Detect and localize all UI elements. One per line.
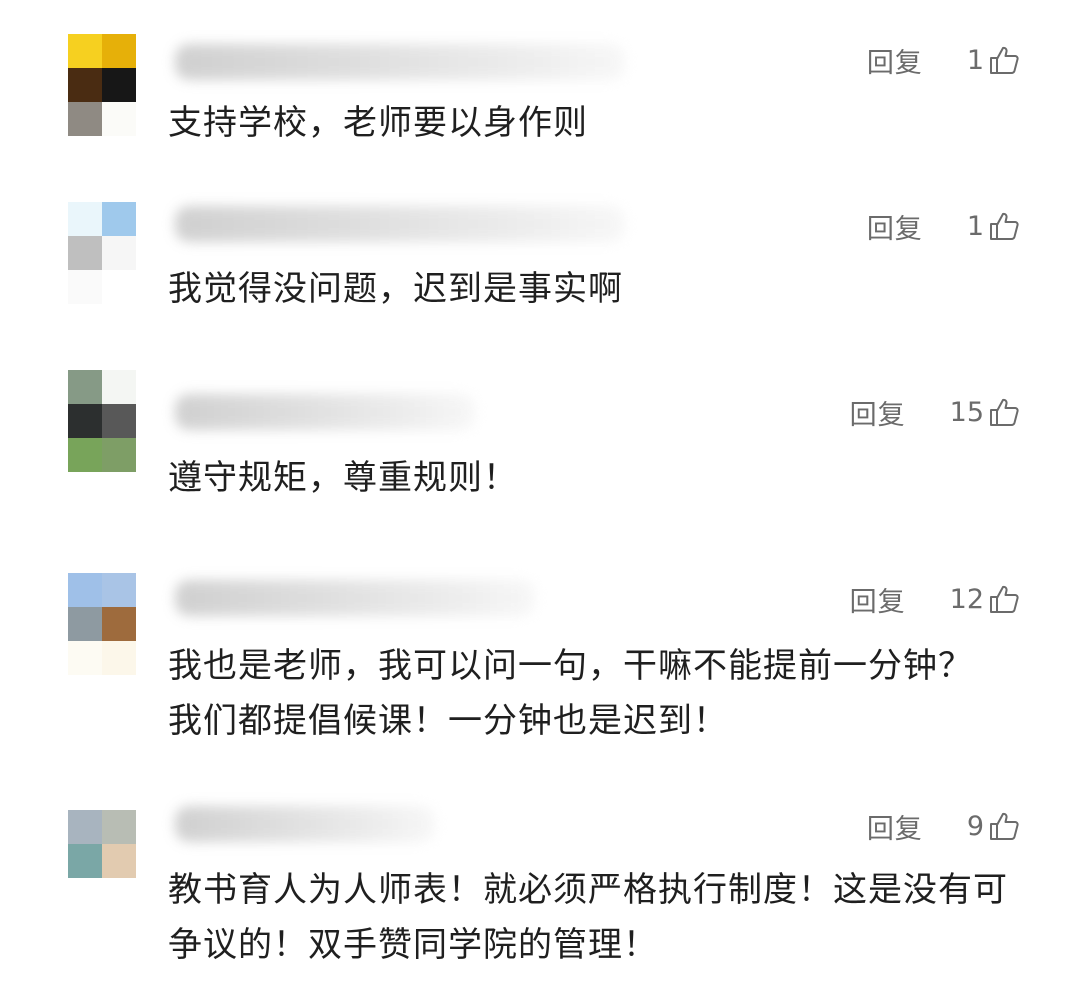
- reply-button[interactable]: 回复: [850, 393, 906, 432]
- comment-actions: 回复 9: [867, 806, 1020, 846]
- blurred-username[interactable]: [175, 806, 435, 842]
- like-count: 12: [949, 583, 984, 615]
- avatar-pixel: [68, 438, 102, 472]
- avatar[interactable]: [68, 202, 136, 304]
- avatar-pixel: [68, 810, 102, 844]
- comment-text: 遵守规矩，尊重规则！: [168, 458, 518, 498]
- thumbs-up-icon[interactable]: [988, 583, 1020, 615]
- avatar-pixel: [102, 202, 136, 236]
- avatar-pixel: [68, 641, 102, 675]
- avatar-pixel: [68, 844, 102, 878]
- avatar[interactable]: [68, 34, 136, 136]
- avatar[interactable]: [68, 573, 136, 675]
- avatar-pixel: [102, 102, 136, 136]
- like-count: 15: [949, 396, 984, 428]
- thumbs-up-icon[interactable]: [988, 396, 1020, 428]
- avatar-pixel: [68, 404, 102, 438]
- like-count: 9: [966, 810, 984, 842]
- like-count: 1: [966, 44, 984, 76]
- avatar-pixel: [102, 607, 136, 641]
- comment-actions: 回复 12: [850, 579, 1020, 619]
- avatar-pixel: [68, 34, 102, 68]
- avatar-pixel: [68, 236, 102, 270]
- thumbs-up-icon[interactable]: [988, 810, 1020, 842]
- avatar[interactable]: [68, 370, 136, 472]
- avatar-pixel: [102, 573, 136, 607]
- avatar-pixel: [102, 270, 136, 304]
- comment-text: 我觉得没问题，迟到是事实啊: [168, 269, 623, 309]
- avatar-pixel: [102, 844, 136, 878]
- avatar-pixel: [102, 810, 136, 844]
- comment-text: 教书育人为人师表！就必须严格执行制度！这是没有可争议的！双手赞同学院的管理！: [168, 870, 1008, 965]
- avatar[interactable]: [68, 810, 136, 912]
- reply-button[interactable]: 回复: [867, 41, 923, 80]
- avatar-pixel: [102, 236, 136, 270]
- comment-actions: 回复 15: [850, 392, 1020, 432]
- avatar-pixel: [68, 68, 102, 102]
- comment-text: 我也是老师，我可以问一句，干嘛不能提前一分钟？我们都提倡候课！一分钟也是迟到！: [168, 646, 973, 741]
- blurred-username[interactable]: [175, 394, 475, 430]
- reply-button[interactable]: 回复: [867, 807, 923, 846]
- reply-button[interactable]: 回复: [850, 580, 906, 619]
- avatar-pixel: [68, 102, 102, 136]
- reply-button[interactable]: 回复: [867, 207, 923, 246]
- avatar-pixel: [102, 404, 136, 438]
- thumbs-up-icon[interactable]: [988, 44, 1020, 76]
- avatar-pixel: [102, 438, 136, 472]
- avatar-pixel: [68, 202, 102, 236]
- avatar-pixel: [68, 370, 102, 404]
- blurred-username[interactable]: [175, 580, 535, 616]
- avatar-pixel: [102, 34, 136, 68]
- comment-text: 支持学校，老师要以身作则: [168, 103, 588, 143]
- comment-actions: 回复 1: [867, 206, 1020, 246]
- like-count: 1: [966, 210, 984, 242]
- avatar-pixel: [102, 641, 136, 675]
- avatar-pixel: [102, 370, 136, 404]
- avatar-pixel: [68, 270, 102, 304]
- comment-actions: 回复 1: [867, 40, 1020, 80]
- blurred-username[interactable]: [175, 206, 625, 242]
- avatar-pixel: [68, 573, 102, 607]
- avatar-pixel: [68, 607, 102, 641]
- avatar-pixel: [102, 68, 136, 102]
- thumbs-up-icon[interactable]: [988, 210, 1020, 242]
- blurred-username[interactable]: [175, 44, 625, 80]
